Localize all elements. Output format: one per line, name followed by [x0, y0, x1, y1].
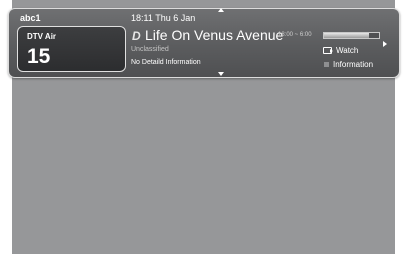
arrow-up-icon[interactable]: [218, 8, 224, 12]
channel-type: DTV Air: [27, 32, 57, 41]
program-title: Life On Venus Avenue: [145, 27, 284, 43]
information-button[interactable]: Information: [324, 59, 373, 69]
watch-button[interactable]: Watch: [323, 45, 358, 56]
channel-number-box: DTV Air 15: [17, 26, 126, 72]
program-classification: Unclassified: [131, 46, 169, 53]
info-square-icon: [324, 61, 329, 67]
watch-enter-icon: [323, 47, 333, 54]
program-detail: No Detaild Information: [131, 59, 201, 66]
program-time-range: 18:00 ~ 6:00: [278, 32, 312, 38]
information-label: Information: [333, 59, 374, 69]
current-datetime: 18:11 Thu 6 Jan: [131, 13, 196, 23]
program-progress-bar: [323, 32, 380, 39]
arrow-right-icon[interactable]: [383, 41, 387, 47]
program-progress-fill: [324, 33, 370, 38]
channel-name: abc1: [20, 13, 41, 23]
channel-number: 15: [27, 45, 51, 68]
arrow-down-icon[interactable]: [218, 72, 224, 76]
watch-label: Watch: [336, 46, 359, 55]
program-logo-icon: D: [132, 29, 141, 43]
